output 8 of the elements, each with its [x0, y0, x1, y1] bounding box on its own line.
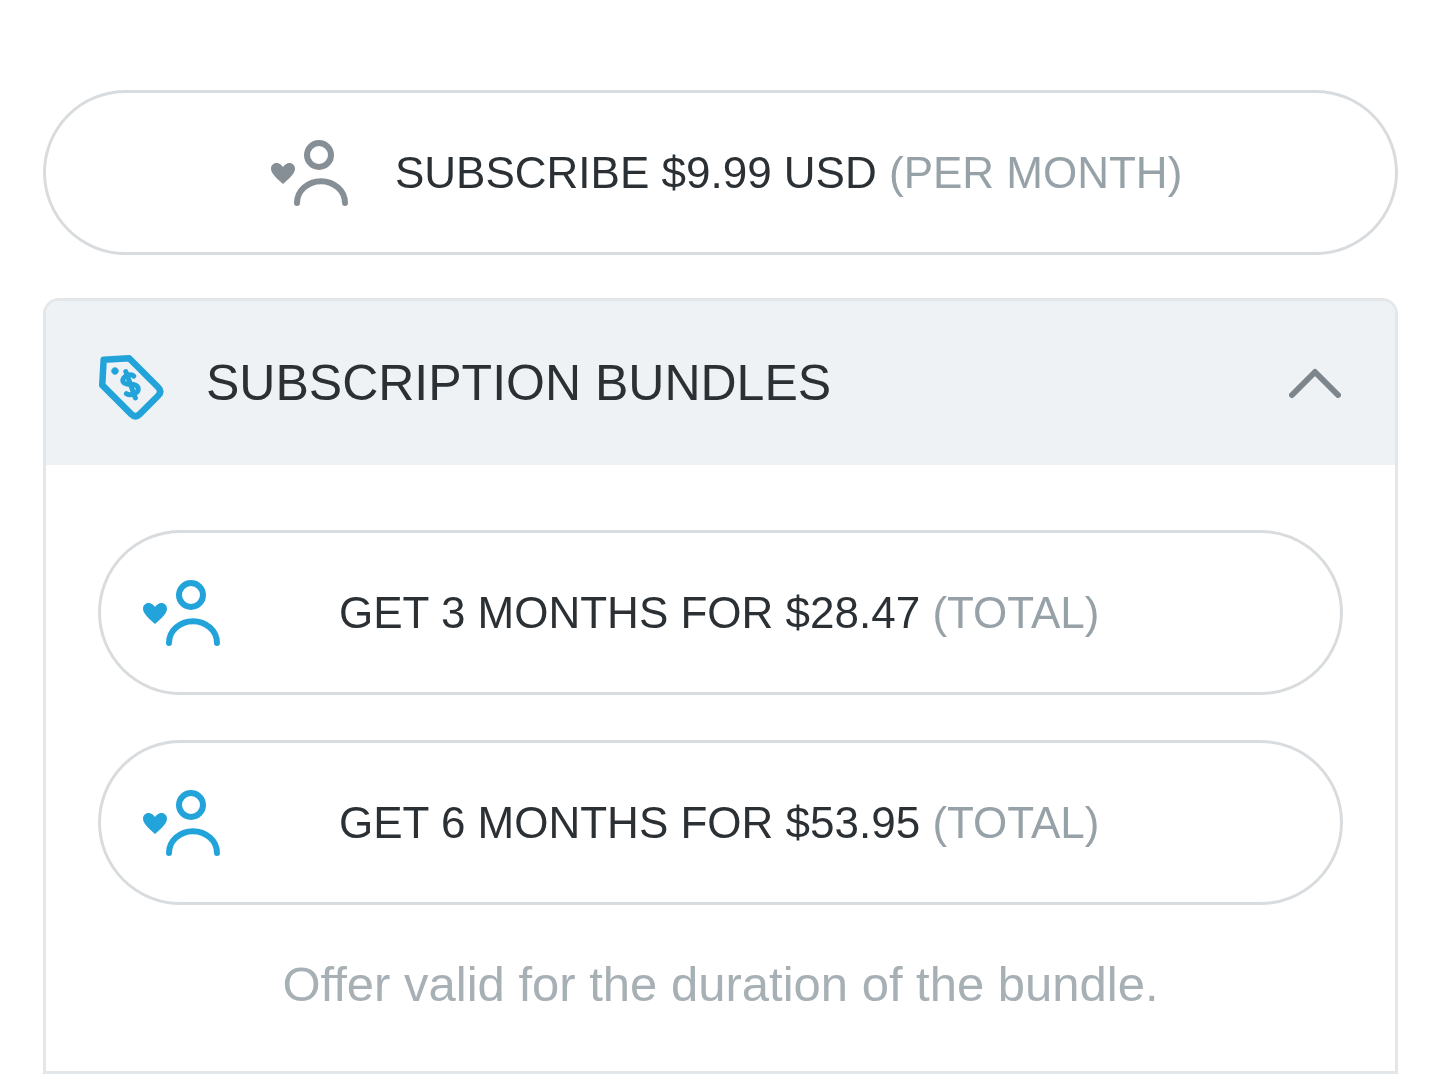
bundle-option-button[interactable]: GET 6 MONTHS FOR $53.95 (TOTAL)	[98, 740, 1343, 905]
person-heart-icon	[143, 789, 223, 856]
offer-note: Offer valid for the duration of the bundle.	[281, 956, 1160, 1013]
bundle-option-button[interactable]: GET 3 MONTHS FOR $28.47 (TOTAL)	[98, 530, 1343, 695]
subscribe-button[interactable]: SUBSCRIBE $9.99 USD (PER MONTH)	[43, 90, 1398, 255]
person-heart-icon	[143, 579, 223, 646]
bundles-panel-header[interactable]: SUBSCRIPTION BUNDLES	[46, 301, 1395, 465]
person-heart-icon	[271, 139, 351, 206]
